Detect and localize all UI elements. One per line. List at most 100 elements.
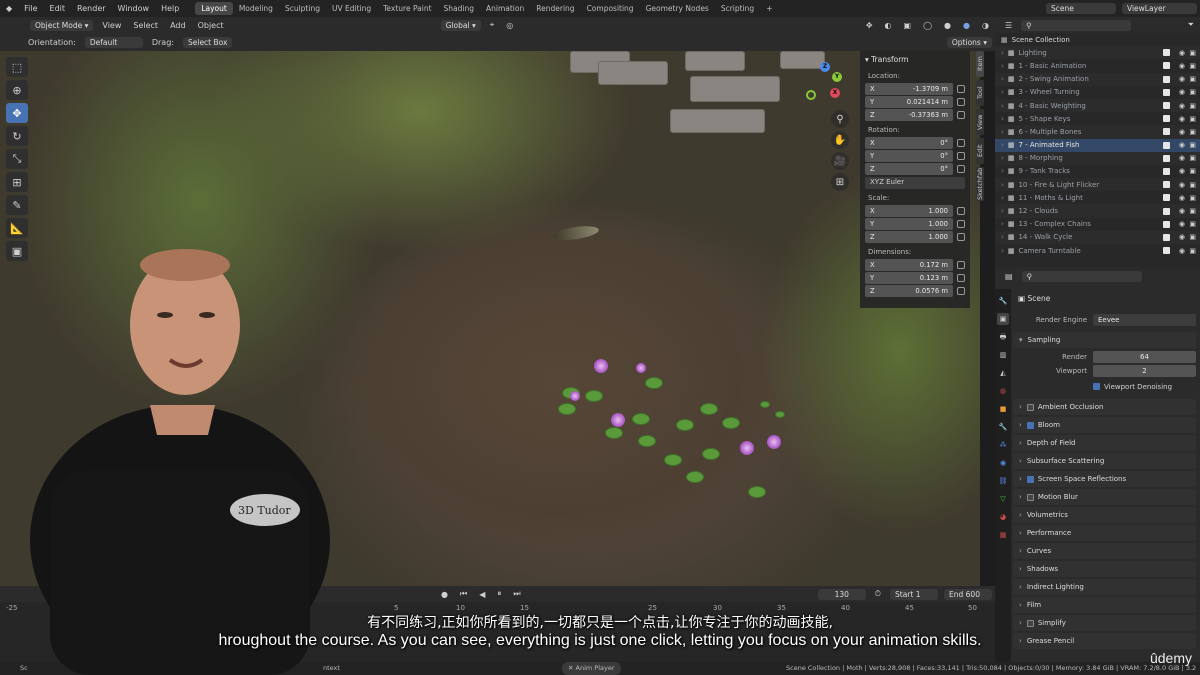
select-box-tool-icon[interactable]: ⬚ xyxy=(6,57,28,77)
record-icon[interactable]: ● xyxy=(435,590,454,599)
outliner-row[interactable]: › ▦ 11 - Moths & Light ◉ ▣ xyxy=(995,191,1200,204)
sampling-panel-header[interactable]: ▾ Sampling xyxy=(1013,332,1196,348)
add-workspace-button[interactable]: + xyxy=(760,2,778,15)
start-frame-field[interactable]: Start 1 xyxy=(890,588,938,600)
lock-icon[interactable] xyxy=(957,138,965,147)
exclude-checkbox[interactable] xyxy=(1163,88,1170,96)
expand-arrow-icon[interactable]: › xyxy=(1001,220,1004,228)
rotation-y-field[interactable]: Y 0° xyxy=(865,149,953,162)
exclude-checkbox[interactable] xyxy=(1163,49,1170,57)
render-panel-header[interactable]: › Ambient Occlusion xyxy=(1013,399,1196,415)
tab-scripting[interactable]: Scripting xyxy=(715,2,760,15)
visibility-eye-icon[interactable]: ◉ xyxy=(1179,194,1185,202)
visibility-eye-icon[interactable]: ◉ xyxy=(1179,75,1185,83)
tab-modeling[interactable]: Modeling xyxy=(233,2,279,15)
scene-tab-icon[interactable]: ◭ xyxy=(997,367,1009,379)
viewport-denoising-checkbox[interactable] xyxy=(1093,383,1100,390)
rotation-mode-selector[interactable]: XYZ Euler xyxy=(865,177,965,189)
panel-enable-checkbox[interactable] xyxy=(1026,403,1034,411)
outliner-row[interactable]: › ▦ Camera Turntable ◉ ▣ xyxy=(995,244,1200,257)
render-camera-icon[interactable]: ▣ xyxy=(1189,207,1196,215)
data-tab-icon[interactable]: ▽ xyxy=(997,493,1009,505)
lock-icon[interactable] xyxy=(957,232,965,241)
render-panel-header[interactable]: › Bloom xyxy=(1013,417,1196,433)
render-camera-icon[interactable]: ▣ xyxy=(1189,233,1196,241)
menu-object[interactable]: Object xyxy=(192,21,230,30)
exclude-checkbox[interactable] xyxy=(1163,141,1170,149)
exclude-checkbox[interactable] xyxy=(1163,233,1170,241)
render-camera-icon[interactable]: ▣ xyxy=(1189,220,1196,228)
options-button[interactable]: Options ▾ xyxy=(946,36,992,48)
jump-start-icon[interactable]: ⏮ xyxy=(454,589,473,599)
menu-add[interactable]: Add xyxy=(164,21,192,30)
render-camera-icon[interactable]: ▣ xyxy=(1189,88,1196,96)
lock-icon[interactable] xyxy=(957,164,965,173)
tab-uv-editing[interactable]: UV Editing xyxy=(326,2,377,15)
output-tab-icon[interactable]: 🖶 xyxy=(997,331,1009,343)
gizmo-x-axis[interactable]: X xyxy=(830,88,840,98)
location-x-field[interactable]: X -1.3709 m xyxy=(865,82,953,95)
blender-logo-icon[interactable]: ◆ xyxy=(0,4,18,13)
end-frame-field[interactable]: End 600 xyxy=(944,588,992,600)
particles-tab-icon[interactable]: ⁂ xyxy=(997,439,1009,451)
outliner-row[interactable]: › ▦ 2 - Swing Animation ◉ ▣ xyxy=(995,72,1200,86)
outliner-row[interactable]: › ▦ 8 - Morphing ◉ ▣ xyxy=(995,151,1200,165)
visibility-eye-icon[interactable]: ◉ xyxy=(1179,102,1185,110)
lock-icon[interactable] xyxy=(957,151,965,160)
overlay-toggle-icon[interactable]: ◐ xyxy=(879,21,898,30)
outliner-row[interactable]: › ▦ Lighting ◉ ▣ xyxy=(995,46,1200,60)
viewport-samples-field[interactable]: 2 xyxy=(1093,364,1196,377)
outliner-row[interactable]: › ▦ 5 - Shape Keys ◉ ▣ xyxy=(995,112,1200,125)
annotate-tool-icon[interactable]: ✎ xyxy=(6,195,28,215)
texture-tab-icon[interactable]: ▦ xyxy=(997,529,1009,541)
cursor-tool-icon[interactable]: ⊕ xyxy=(6,80,28,100)
visibility-eye-icon[interactable]: ◉ xyxy=(1179,88,1185,96)
properties-search-input[interactable]: ⚲ xyxy=(1021,270,1142,282)
exclude-checkbox[interactable] xyxy=(1163,167,1170,175)
render-panel-header[interactable]: › Shadows xyxy=(1013,561,1196,577)
world-tab-icon[interactable]: ◍ xyxy=(997,385,1009,397)
expand-arrow-icon[interactable]: › xyxy=(1001,62,1004,70)
render-panel-header[interactable]: › Indirect Lighting xyxy=(1013,579,1196,595)
dimensions-y-field[interactable]: Y 0.123 m xyxy=(865,271,953,284)
material-tab-icon[interactable]: ◕ xyxy=(997,511,1009,523)
outliner-row[interactable]: › ▦ 7 - Animated Fish ◉ ▣ xyxy=(995,138,1200,152)
transform-tool-icon[interactable]: ⊞ xyxy=(6,172,28,192)
menu-select[interactable]: Select xyxy=(127,21,164,30)
render-camera-icon[interactable]: ▣ xyxy=(1189,102,1196,110)
visibility-eye-icon[interactable]: ◉ xyxy=(1179,141,1185,149)
exclude-checkbox[interactable] xyxy=(1163,102,1170,110)
tab-rendering[interactable]: Rendering xyxy=(530,2,580,15)
rotate-tool-icon[interactable]: ↻ xyxy=(6,126,28,146)
render-panel-header[interactable]: › Screen Space Reflections xyxy=(1013,471,1196,487)
render-engine-selector[interactable]: Eevee xyxy=(1093,313,1196,326)
expand-arrow-icon[interactable]: › xyxy=(1001,194,1004,202)
exclude-checkbox[interactable] xyxy=(1163,75,1170,83)
render-camera-icon[interactable]: ▣ xyxy=(1189,75,1196,83)
expand-arrow-icon[interactable]: › xyxy=(1001,207,1004,215)
panel-enable-checkbox[interactable] xyxy=(1026,475,1034,483)
scale-x-field[interactable]: X 1.000 xyxy=(865,204,953,217)
lock-icon[interactable] xyxy=(957,219,965,228)
exclude-checkbox[interactable] xyxy=(1163,128,1170,136)
stopwatch-icon[interactable]: ⏱ xyxy=(869,589,887,599)
move-tool-icon[interactable]: ✥ xyxy=(6,103,28,123)
exclude-checkbox[interactable] xyxy=(1163,62,1170,70)
outliner-row[interactable]: › ▦ 12 - Clouds ◉ ▣ xyxy=(995,204,1200,218)
shading-wireframe-icon[interactable]: ◯ xyxy=(917,21,938,30)
lock-icon[interactable] xyxy=(957,84,965,93)
menu-file[interactable]: File xyxy=(18,4,43,13)
tab-tool[interactable]: Tool xyxy=(976,80,984,106)
shading-rendered-icon[interactable]: ◑ xyxy=(976,21,995,30)
outliner-row[interactable]: › ▦ 9 - Tank Tracks ◉ ▣ xyxy=(995,165,1200,178)
outliner-row[interactable]: › ▦ 4 - Basic Weighting ◉ ▣ xyxy=(995,98,1200,113)
panel-enable-checkbox[interactable] xyxy=(1026,493,1034,501)
lock-icon[interactable] xyxy=(957,260,965,269)
tab-shading[interactable]: Shading xyxy=(438,2,480,15)
render-camera-icon[interactable]: ▣ xyxy=(1189,128,1196,136)
tab-animation[interactable]: Animation xyxy=(480,2,530,15)
render-camera-icon[interactable]: ▣ xyxy=(1189,141,1196,149)
visibility-eye-icon[interactable]: ◉ xyxy=(1179,62,1185,70)
tool-tab-icon[interactable]: 🔧 xyxy=(997,295,1009,307)
scale-y-field[interactable]: Y 1.000 xyxy=(865,217,953,230)
